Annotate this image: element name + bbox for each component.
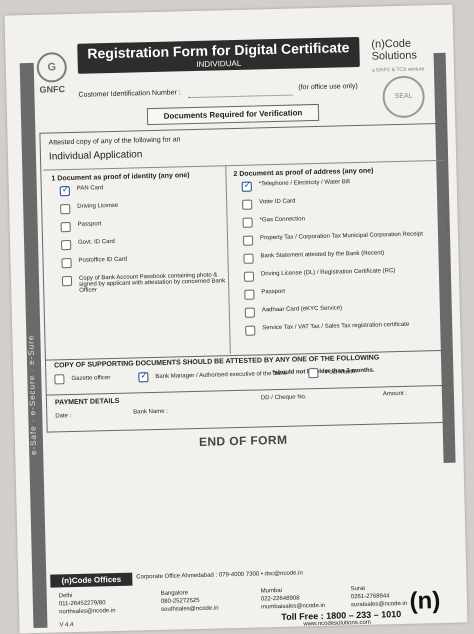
identity-label: PAN Card [76,185,104,192]
documents-title: Documents Required for Verification [146,103,320,126]
office-email[interactable]: northsales@ncode.in [59,606,151,616]
dd-label: DD / Cheque No. [260,394,307,402]
checkbox[interactable] [243,271,255,282]
checkbox[interactable] [60,222,71,233]
date-label: Date : [55,413,72,420]
customer-id-label: Customer Identification Number : [78,89,181,99]
payment-title: PAYMENT DETAILS [54,397,120,407]
offices-footer: (n)Code Offices Corporate Office Ahmedab… [50,565,455,631]
checkbox[interactable] [61,275,73,287]
address-label: *Gas Connection [259,216,306,224]
amount-label: Amount : [382,390,407,398]
address-column: 2 Document as proof of address (any one)… [225,159,448,376]
identity-label: Postoffice ID Card [78,256,128,264]
strip-text: e-Safe · e-Secure · e-Sure [26,334,39,456]
identity-title: 1 Document as proof of identity (any one… [51,172,190,183]
documents-box: Attested copy of any of the following fo… [39,122,451,376]
ncode-brand: (n)Code Solutions [371,37,418,63]
checkbox[interactable] [245,325,256,336]
identity-label: Copy of Bank Account Passbook containing… [78,272,226,294]
approval-seal-icon: SEAL [382,75,426,119]
identity-item[interactable]: Copy of Bank Account Passbook containing… [46,272,228,294]
version-label: V 4.4 [59,622,74,629]
office-city: Mumbai 022-22648908 mumbaisales@ncode.in [261,585,354,611]
checkbox[interactable] [242,217,253,228]
checkbox[interactable] [243,253,254,264]
offices-label: (n)Code Offices [50,572,133,588]
bank-name-label: Bank Name : [133,408,169,416]
address-label: Voter ID Card [259,198,296,206]
address-label: *Telephone / Electricity / Water Bill [258,179,350,188]
checkbox[interactable] [242,235,254,246]
website-link[interactable]: www.ncodesolutions.com [303,620,371,628]
gazette-officer-option[interactable]: Gazette officer [54,373,110,385]
ncode-logo: (n)Code Solutions a GNFC & TCS venture [371,37,424,76]
checkbox[interactable] [244,307,255,318]
checkbox[interactable] [241,181,252,192]
form-page: e-Safe · e-Secure · e-Sure G GNFC Regist… [4,4,468,634]
address-label: Aadhaar Card (eKYC Service) [261,305,343,314]
address-label: Passport [261,288,286,296]
checkbox[interactable] [242,199,253,210]
end-of-form: END OF FORM [198,432,288,449]
bank-manager-option[interactable]: Bank Manager / Authorised executive of t… [138,369,287,383]
gnfc-logo: G GNFC [31,52,72,95]
identity-column: 1 Document as proof of identity (any one… [43,165,231,359]
section-title: Individual Application [48,149,143,163]
ncode-big-logo-icon: (n) [409,587,441,615]
address-title: 2 Document as proof of address (any one) [233,167,374,179]
identity-label: Passport [77,221,102,228]
office-email[interactable]: southsales@ncode.in [161,604,253,614]
corporate-office: Corporate Office Ahmedabad : 079-4000 73… [136,570,303,581]
title-bar: Registration Form for Digital Certificat… [77,36,360,74]
checkbox[interactable] [61,240,72,251]
ncode-tagline: a GNFC & TCS venture [371,66,425,74]
gnfc-emblem-icon: G [36,52,68,83]
identity-label: Driving License [77,202,119,210]
checkbox[interactable] [59,186,70,197]
office-use-label: (for office use only) [298,82,358,92]
intro-text: Attested copy of any of the following fo… [48,136,181,147]
customer-id-line [188,94,293,99]
post-master-option[interactable]: Post Master [308,367,357,379]
checkbox[interactable] [244,289,255,300]
identity-label: Govt. ID Card [78,238,115,246]
gnfc-text: GNFC [39,84,66,95]
checkbox[interactable] [60,204,71,215]
checkbox[interactable] [61,258,72,269]
office-city: Bangalore 080-25272525 southsales@ncode.in [161,588,254,614]
office-city: Delhi 011-26452279/80 northsales@ncode.in [59,590,152,616]
